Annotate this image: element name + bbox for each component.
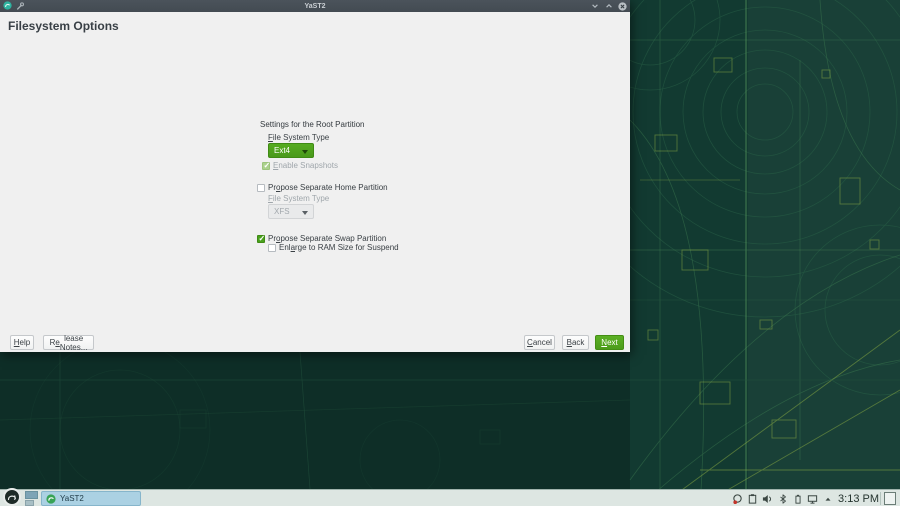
home-fs-type-select[interactable]: XFS xyxy=(268,204,314,219)
swap-partition-row: Propose Separate Swap Partition xyxy=(257,234,386,243)
pager-desktop-2[interactable] xyxy=(25,500,34,506)
swap-partition-checkbox[interactable] xyxy=(257,235,265,243)
enlarge-swap-row: Enlarge to RAM Size for Suspend xyxy=(268,243,399,252)
panel-separator xyxy=(880,492,881,505)
yast2-task-icon xyxy=(46,494,56,504)
swap-partition-label[interactable]: Propose Separate Swap Partition xyxy=(268,234,386,243)
page-title: Filesystem Options xyxy=(8,19,119,33)
enable-snapshots-checkbox[interactable] xyxy=(262,162,270,170)
maximize-icon[interactable] xyxy=(604,2,613,11)
enlarge-swap-label[interactable]: Enlarge to RAM Size for Suspend xyxy=(279,243,399,252)
taskbar: YaST2 3:13 PM xyxy=(0,489,900,506)
chevron-down-icon xyxy=(302,150,308,154)
titlebar[interactable]: YaST2 xyxy=(0,0,630,12)
home-partition-row: Propose Separate Home Partition xyxy=(257,183,388,192)
desktop: YaST2 Filesystem Options Settings for th… xyxy=(0,0,900,506)
back-button[interactable]: Back xyxy=(562,335,589,350)
root-fs-type-select[interactable]: Ext4 xyxy=(268,143,314,158)
volume-icon[interactable] xyxy=(762,493,773,505)
home-fs-type-label: File System Type xyxy=(268,194,329,203)
clock[interactable]: 3:13 PM xyxy=(838,490,879,506)
software-update-icon[interactable] xyxy=(732,493,743,505)
next-button[interactable]: Next xyxy=(595,335,624,350)
home-fs-type-value: XFS xyxy=(274,207,290,216)
battery-icon[interactable] xyxy=(792,493,803,505)
yast2-window: YaST2 Filesystem Options Settings for th… xyxy=(0,0,630,352)
minimize-icon[interactable] xyxy=(590,2,599,11)
task-button-label: YaST2 xyxy=(60,494,84,503)
home-partition-checkbox[interactable] xyxy=(257,184,265,192)
enlarge-swap-checkbox[interactable] xyxy=(268,244,276,252)
enable-snapshots-label[interactable]: Enable Snapshots xyxy=(273,161,338,170)
help-button[interactable]: Help xyxy=(10,335,34,350)
home-partition-label[interactable]: Propose Separate Home Partition xyxy=(268,183,388,192)
window-content: Filesystem Options Settings for the Root… xyxy=(0,12,630,352)
root-section-label: Settings for the Root Partition xyxy=(260,120,365,129)
chevron-down-icon xyxy=(302,211,308,215)
task-button-yast2[interactable]: YaST2 xyxy=(41,491,141,506)
system-tray xyxy=(732,490,833,506)
virtual-desktop-pager[interactable] xyxy=(25,491,38,506)
enable-snapshots-row: Enable Snapshots xyxy=(262,161,338,170)
clipboard-icon[interactable] xyxy=(747,493,758,505)
display-icon[interactable] xyxy=(807,493,818,505)
close-icon[interactable] xyxy=(618,2,627,11)
release-notes-button[interactable]: Release Notes... xyxy=(43,335,94,350)
root-fs-type-value: Ext4 xyxy=(274,146,290,155)
show-desktop-button[interactable] xyxy=(884,492,896,505)
pager-desktop-1[interactable] xyxy=(25,491,38,499)
application-launcher-button[interactable] xyxy=(3,488,21,506)
geeko-icon xyxy=(6,491,18,503)
bluetooth-icon[interactable] xyxy=(777,493,788,505)
root-fs-type-label: File System Type xyxy=(268,133,329,142)
window-title: YaST2 xyxy=(0,3,630,10)
cancel-button[interactable]: Cancel xyxy=(524,335,555,350)
expand-tray-icon[interactable] xyxy=(822,493,833,505)
